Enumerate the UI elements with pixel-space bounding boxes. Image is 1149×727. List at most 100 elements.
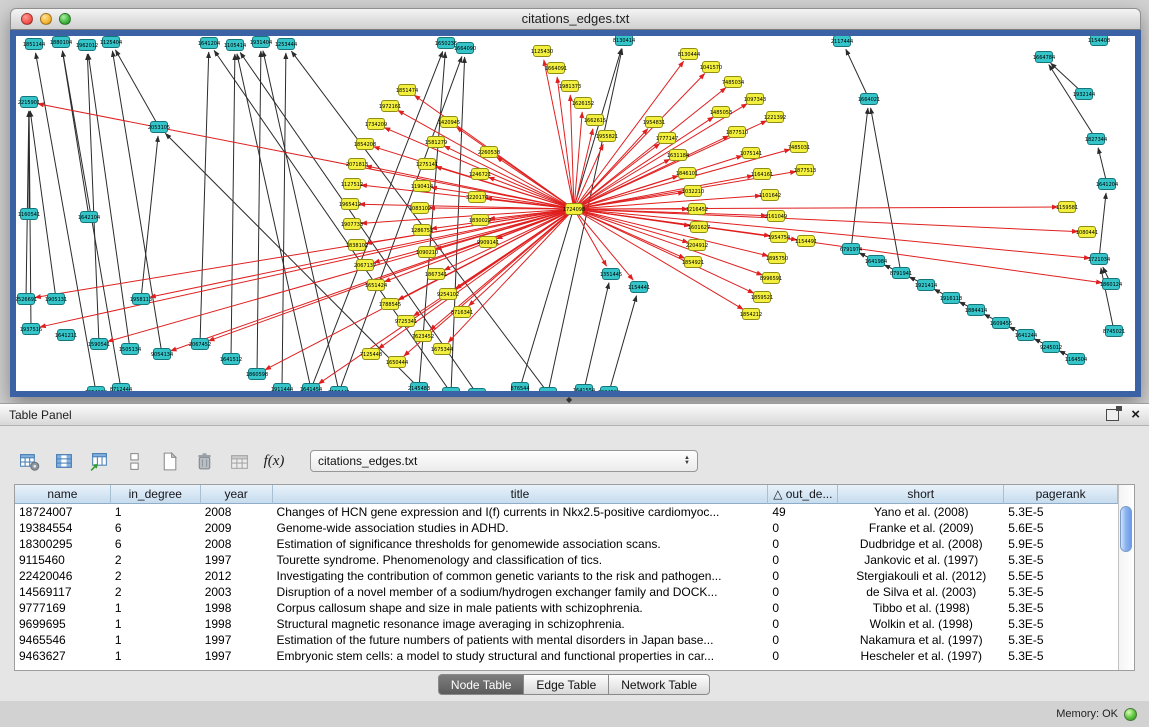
graph-edge[interactable]: [62, 51, 89, 217]
graph-node[interactable]: 1641211: [55, 330, 77, 341]
column-header[interactable]: pagerank: [1004, 485, 1118, 504]
graph-node[interactable]: 1154408: [1088, 36, 1110, 46]
create-column-button[interactable]: [86, 449, 112, 474]
graph-node[interactable]: 1962012: [76, 40, 98, 51]
memory-status-indicator[interactable]: [1124, 708, 1137, 721]
graph-edge[interactable]: [231, 54, 235, 359]
graph-node[interactable]: 1911444: [271, 384, 293, 392]
graph-node[interactable]: 1954441: [440, 388, 462, 392]
graph-node[interactable]: 9725341: [395, 316, 417, 327]
graph-edge[interactable]: [1049, 65, 1096, 139]
graph-edge[interactable]: [208, 209, 574, 341]
graph-edge[interactable]: [1099, 193, 1106, 259]
graph-node[interactable]: 1860128: [537, 388, 559, 392]
graph-node[interactable]: 1080441: [1076, 227, 1098, 238]
graph-node[interactable]: 7485034: [722, 77, 744, 88]
graph-node[interactable]: 1664021: [858, 94, 880, 105]
graph-node[interactable]: 1877510: [726, 127, 748, 138]
graph-node[interactable]: 1958113: [130, 294, 152, 305]
new-table-button[interactable]: [156, 449, 182, 474]
graph-node[interactable]: 1253444: [275, 39, 297, 50]
graph-node[interactable]: 1664090: [454, 43, 476, 54]
graph-edge[interactable]: [448, 209, 574, 342]
graph-node[interactable]: 1954104: [85, 387, 107, 392]
graph-node[interactable]: 1860124: [1100, 279, 1122, 290]
graph-node[interactable]: 1083102: [409, 203, 431, 214]
graph-edge[interactable]: [115, 50, 159, 127]
close-panel-icon[interactable]: ×: [1131, 407, 1140, 422]
table-row[interactable]: 1938455462009Genome-wide association stu…: [15, 520, 1118, 536]
graph-edge[interactable]: [851, 108, 868, 249]
graph-node[interactable]: 1626152: [572, 98, 594, 109]
graph-node[interactable]: 1662615: [584, 115, 606, 126]
graph-node[interactable]: 1777147: [656, 133, 678, 144]
table-row[interactable]: 911546021997Tourette syndrome. Phenomeno…: [15, 552, 1118, 568]
graph-edge[interactable]: [30, 111, 56, 299]
float-panel-icon[interactable]: [1106, 409, 1119, 421]
graph-edge[interactable]: [574, 209, 1090, 258]
column-header[interactable]: short: [838, 485, 1004, 504]
graph-node[interactable]: 8712444: [110, 384, 132, 392]
graph-node[interactable]: 1097343: [744, 94, 766, 105]
graph-node[interactable]: 1642104: [78, 212, 100, 223]
graph-node[interactable]: 1631184: [667, 150, 689, 161]
table-row[interactable]: 1456911722003Disruption of a novel membe…: [15, 584, 1118, 600]
table-row[interactable]: 946362711997Embryonic stem cells: a mode…: [15, 648, 1118, 664]
graph-edge[interactable]: [108, 209, 574, 342]
graph-node[interactable]: 1924504: [598, 387, 620, 392]
tab-edge-table[interactable]: Edge Table: [523, 674, 609, 695]
graph-node[interactable]: 1907733: [341, 219, 363, 230]
graph-node[interactable]: 2150441: [328, 387, 350, 392]
graph-node[interactable]: 3220174: [466, 192, 488, 203]
column-header[interactable]: name: [15, 485, 111, 504]
graph-edge[interactable]: [237, 54, 311, 389]
graph-node[interactable]: 9909141: [477, 237, 499, 248]
graph-node[interactable]: 8130444: [678, 49, 700, 60]
graph-node[interactable]: 8716341: [451, 307, 473, 318]
graph-node[interactable]: 8791941: [890, 268, 912, 279]
graph-node[interactable]: 9254102: [437, 289, 459, 300]
graph-node[interactable]: 1921414: [915, 280, 937, 291]
graph-node[interactable]: 1164504: [1065, 354, 1087, 365]
graph-node[interactable]: 1854208: [354, 139, 376, 150]
graph-node[interactable]: 1965412: [339, 199, 361, 210]
graph-edge[interactable]: [871, 108, 901, 273]
graph-node[interactable]: 8130414: [613, 36, 635, 46]
graph-node[interactable]: 1160541: [18, 209, 40, 220]
table-mode-button[interactable]: [16, 449, 42, 474]
graph-node[interactable]: 7125448: [360, 349, 382, 360]
graph-node[interactable]: 1859521: [751, 292, 773, 303]
graph-edge[interactable]: [574, 196, 761, 209]
minimize-button[interactable]: [40, 13, 52, 25]
graph-node[interactable]: 2215901: [18, 97, 40, 108]
graph-edge[interactable]: [141, 136, 158, 299]
graph-node[interactable]: 1420945: [438, 117, 460, 128]
graph-edge[interactable]: [87, 54, 99, 344]
graph-node[interactable]: 2204912: [686, 240, 708, 251]
column-header[interactable]: year: [201, 485, 273, 504]
graph-node[interactable]: 1216452: [686, 204, 708, 215]
graph-node[interactable]: 1221392: [764, 112, 786, 123]
graph-edge[interactable]: [26, 111, 29, 299]
column-header[interactable]: in_degree: [111, 485, 201, 504]
graph-node[interactable]: 1664091: [545, 63, 567, 74]
graph-edge[interactable]: [282, 53, 286, 389]
table-row[interactable]: 946554611997Estimation of the future num…: [15, 632, 1118, 648]
network-canvas-svg[interactable]: 1724098185147419721611734209185420820718…: [16, 36, 1135, 391]
graph-node[interactable]: 1981373: [559, 81, 581, 92]
delete-table-button[interactable]: [191, 449, 217, 474]
graph-node[interactable]: 1351445: [600, 269, 622, 280]
graph-node[interactable]: 1877513: [794, 165, 816, 176]
graph-node[interactable]: 2161049: [765, 211, 787, 222]
table-row[interactable]: 1830029562008Estimation of significance …: [15, 536, 1118, 552]
graph-node[interactable]: 1164161: [751, 169, 773, 180]
graph-node[interactable]: 1641554: [573, 385, 595, 392]
graph-node[interactable]: 1932144: [1073, 89, 1095, 100]
graph-edge[interactable]: [846, 49, 869, 99]
graph-node[interactable]: 1485053: [710, 107, 732, 118]
graph-node[interactable]: 1651424: [365, 280, 387, 291]
graph-edge[interactable]: [88, 54, 130, 349]
table-selector[interactable]: citations_edges.txt ▲ ▼: [310, 450, 698, 472]
table-row[interactable]: 1872400712008Changes of HCN gene express…: [15, 504, 1118, 520]
graph-edge[interactable]: [112, 51, 162, 354]
